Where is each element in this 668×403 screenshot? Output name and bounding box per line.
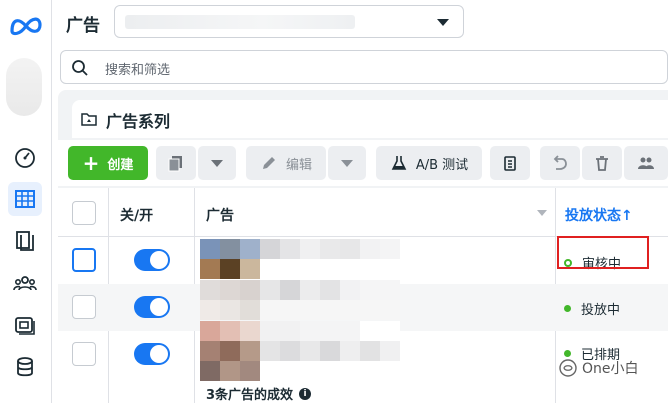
left-nav-rail	[0, 0, 52, 403]
clipboard-icon	[504, 156, 516, 171]
meta-logo-icon[interactable]	[8, 14, 44, 36]
undo-button[interactable]	[540, 146, 580, 180]
column-header-toggle[interactable]: 关/开	[120, 205, 153, 225]
clipboard-button[interactable]	[490, 146, 530, 180]
section-title: 广告系列	[106, 112, 171, 131]
select-all-checkbox[interactable]	[72, 201, 96, 225]
chevron-down-icon	[437, 19, 449, 26]
annotation-highlight	[557, 236, 649, 269]
column-header-status[interactable]: 投放状态↑	[565, 205, 633, 225]
nav-pages-icon[interactable]	[8, 224, 42, 258]
row-checkbox[interactable]	[72, 248, 96, 272]
status-text: 投放中	[581, 303, 621, 318]
search-icon	[72, 60, 88, 76]
duplicate-icon	[168, 156, 182, 172]
row-checkbox[interactable]	[72, 295, 96, 319]
delete-button[interactable]	[582, 146, 622, 180]
sort-ascending-icon: ↑	[621, 208, 633, 224]
chevron-down-icon	[341, 159, 353, 167]
share-button[interactable]	[624, 146, 668, 180]
duplicate-dropdown-button[interactable]	[198, 146, 236, 180]
summary-text: 3条广告的成效	[206, 388, 294, 403]
people-icon	[638, 157, 654, 169]
status-dot-icon	[564, 350, 571, 357]
ab-test-label: A/B 测试	[415, 157, 469, 173]
undo-icon	[553, 155, 567, 170]
nav-billing-icon[interactable]	[8, 350, 42, 384]
blurred-ad-name	[200, 239, 400, 279]
search-input[interactable]: 搜索和筛选	[60, 50, 668, 84]
plus-icon: +	[82, 151, 100, 175]
action-toolbar: + 创建 编辑 A/B 测试	[58, 140, 668, 186]
results-summary: 3条广告的成效 i	[206, 384, 312, 403]
pencil-icon	[262, 157, 275, 169]
ad-account-select[interactable]	[114, 5, 464, 38]
watermark-text: One小白	[582, 361, 639, 377]
blurred-ad-name	[200, 280, 400, 320]
wechat-logo-icon	[559, 359, 577, 377]
column-header-ad[interactable]: 广告	[206, 205, 234, 225]
delivery-toggle[interactable]	[134, 343, 170, 365]
nav-ads-manager-icon[interactable]	[8, 182, 42, 216]
search-placeholder: 搜索和筛选	[105, 63, 171, 78]
page-title: 广告	[66, 16, 100, 36]
trash-icon	[596, 156, 608, 171]
blurred-account-name	[125, 15, 355, 29]
blurred-ad-name	[200, 321, 400, 381]
section-header[interactable]: 广告系列	[72, 100, 668, 138]
row-checkbox[interactable]	[72, 342, 96, 366]
edit-dropdown-button[interactable]	[328, 146, 366, 180]
chevron-down-icon	[211, 159, 223, 167]
duplicate-button[interactable]	[156, 146, 196, 180]
create-label: 创建	[107, 157, 134, 173]
account-avatar[interactable]	[6, 58, 42, 116]
folder-icon	[81, 113, 97, 126]
watermark: One小白	[558, 358, 639, 378]
top-header: 广告	[52, 0, 668, 44]
info-icon[interactable]: i	[299, 387, 312, 400]
nav-media-icon[interactable]	[8, 308, 42, 342]
flask-icon	[391, 156, 407, 170]
create-button[interactable]: + 创建	[68, 146, 148, 180]
delivery-toggle[interactable]	[134, 296, 170, 318]
nav-audiences-icon[interactable]	[8, 266, 42, 300]
status-dot-icon	[564, 305, 571, 312]
ab-test-button[interactable]: A/B 测试	[376, 146, 482, 180]
status-cell: 投放中	[564, 299, 620, 318]
edit-button[interactable]: 编辑	[246, 146, 326, 180]
nav-dashboard-icon[interactable]	[8, 140, 42, 174]
edit-label: 编辑	[285, 157, 312, 173]
chevron-down-icon[interactable]	[537, 210, 547, 216]
table-header: 关/开 广告 投放状态↑	[58, 188, 668, 237]
delivery-toggle[interactable]	[134, 249, 170, 271]
